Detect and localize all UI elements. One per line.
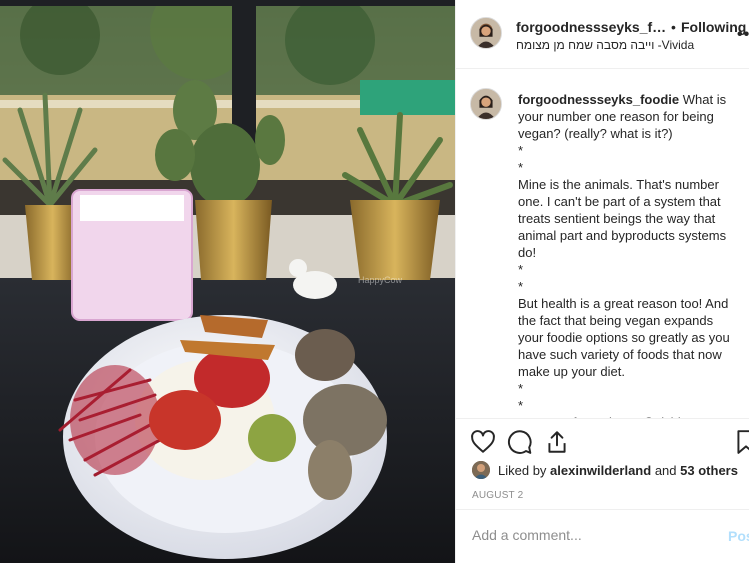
share-icon[interactable] bbox=[544, 429, 570, 455]
post-sidebar: forgoodnessseyks_foodie • Following וייב… bbox=[455, 0, 749, 563]
comment-bubble-icon[interactable] bbox=[507, 429, 533, 455]
others-link[interactable]: 53 others bbox=[680, 463, 738, 478]
svg-text:HappyCow: HappyCow bbox=[358, 275, 403, 285]
post-caption: forgoodnessseyks_foodie What is your num… bbox=[518, 91, 740, 418]
location-link[interactable]: וייבה מסבה שמח מן מצומח -Vivida bbox=[516, 38, 694, 52]
caption-avatar[interactable] bbox=[470, 88, 502, 120]
heart-icon[interactable] bbox=[470, 429, 496, 455]
liker-avatar[interactable] bbox=[472, 461, 490, 479]
likes-summary: Liked by alexinwilderland and 53 others bbox=[472, 460, 742, 482]
header-separator: • bbox=[671, 19, 676, 35]
post-comment-button[interactable]: Post bbox=[728, 528, 749, 544]
more-options-icon[interactable]: ••• bbox=[737, 27, 749, 43]
author-username-link[interactable]: forgoodnessseyks_foodie bbox=[516, 19, 671, 35]
liker-username-link[interactable]: alexinwilderland bbox=[550, 463, 651, 478]
add-comment-bar: Post bbox=[456, 509, 749, 563]
post-header: forgoodnessseyks_foodie • Following וייב… bbox=[456, 0, 749, 69]
likes-text: Liked by alexinwilderland and 53 others bbox=[498, 463, 738, 478]
bookmark-icon[interactable] bbox=[733, 429, 749, 455]
post-date[interactable]: AUGUST 2 bbox=[472, 490, 523, 501]
caption-area: forgoodnessseyks_foodie What is your num… bbox=[456, 70, 749, 418]
author-avatar[interactable] bbox=[470, 17, 502, 49]
caption-text: What is your number one reason for being… bbox=[518, 92, 730, 418]
action-bar bbox=[456, 418, 749, 460]
comment-input[interactable] bbox=[472, 527, 702, 543]
likes-conjunction: and bbox=[654, 463, 677, 478]
likes-prefix: Liked by bbox=[498, 463, 547, 478]
food-plate-photo: HappyCow bbox=[0, 0, 455, 563]
caption-username-link[interactable]: forgoodnessseyks_foodie bbox=[518, 92, 679, 107]
post-photo[interactable]: HappyCow bbox=[0, 0, 455, 563]
